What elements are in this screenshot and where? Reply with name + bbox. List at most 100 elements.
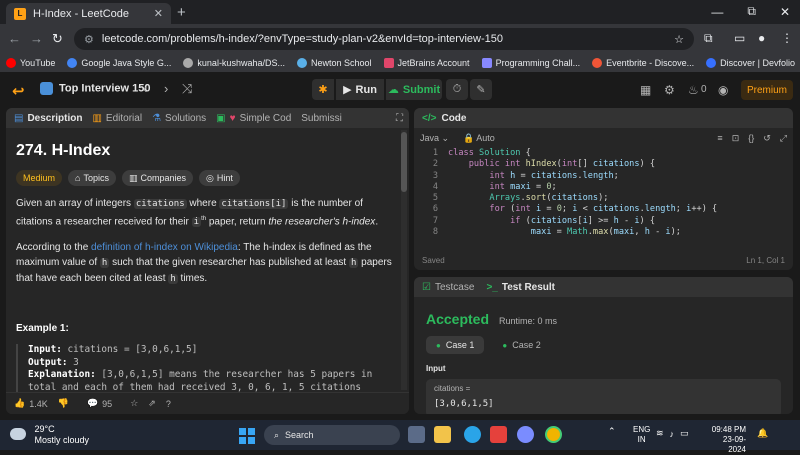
companies-button[interactable]: ▥ Companies	[121, 170, 194, 186]
back-icon[interactable]: ←	[8, 31, 21, 46]
bookmark-item[interactable]: JetBrains Account	[383, 58, 470, 68]
url-text: leetcode.com/problems/h-index/?envType=s…	[101, 33, 503, 45]
clock[interactable]: 09:48 PM 23-09-2024	[706, 425, 746, 455]
sidebar-icon[interactable]: ▭	[734, 31, 745, 45]
taskbar-search[interactable]: ⌕ Search	[264, 425, 400, 445]
description-scrollbar[interactable]	[401, 130, 407, 390]
bookmark-item[interactable]: Newton School	[296, 58, 372, 68]
tray-overflow-icon[interactable]: ⌃	[608, 426, 616, 437]
next-problem-icon[interactable]: ›	[164, 81, 168, 96]
jetbrains-icon	[383, 58, 394, 68]
notes-icon[interactable]: ✎	[470, 79, 492, 100]
problem-title: 274. H-Index	[16, 142, 111, 159]
forward-icon[interactable]: →	[30, 31, 43, 46]
close-window-icon[interactable]: ✕	[780, 5, 790, 19]
leetcode-logo-icon[interactable]: ↩	[12, 82, 25, 100]
run-button[interactable]: ▶ Run	[336, 79, 384, 100]
premium-button[interactable]: Premium	[741, 80, 793, 100]
browser-tab[interactable]: L H-Index - LeetCode ✕	[6, 3, 171, 24]
bookmark-item[interactable]: Programming Chall...	[481, 58, 580, 68]
braces-icon[interactable]: {}	[748, 133, 754, 143]
user-avatar[interactable]: ◉	[718, 83, 728, 97]
tab-solutions[interactable]: ⚗ Solutions	[152, 113, 206, 124]
tab-description[interactable]: ▤ Description	[14, 113, 82, 124]
hint-button[interactable]: ◎ Hint	[199, 170, 240, 186]
like-button[interactable]: 👍 1.4K	[14, 398, 48, 409]
case-2-tab[interactable]: ● Case 2	[492, 336, 550, 354]
task-view-icon[interactable]	[408, 426, 425, 443]
fullscreen-icon[interactable]: ⤢	[780, 133, 787, 144]
streak-fire-icon[interactable]: ♨	[688, 83, 699, 97]
runtime-label: Runtime: 0 ms	[499, 316, 558, 326]
case-1-tab[interactable]: ● Case 1	[426, 336, 485, 354]
reload-icon[interactable]: ↻	[52, 31, 63, 47]
leetcode-favicon-icon: L	[14, 7, 26, 20]
url-bar[interactable]: ⚙ leetcode.com/problems/h-index/?envType…	[74, 28, 694, 50]
minimize-icon[interactable]: —	[711, 5, 723, 19]
bookmark-icon[interactable]: ⊡	[732, 133, 740, 144]
favorite-star-icon[interactable]: ☆	[130, 398, 138, 409]
prev-problem-icon[interactable]: ‹	[143, 81, 147, 96]
pass-dot-icon: ●	[502, 340, 508, 350]
bookmark-star-icon[interactable]: ☆	[674, 33, 684, 46]
settings-gear-icon[interactable]: ⚙	[664, 83, 675, 97]
tab-testcase[interactable]: ☑ Testcase	[422, 282, 474, 293]
notification-bell-icon[interactable]: 🔔	[757, 428, 768, 439]
bookmark-item[interactable]: kunal-kushwaha/DS...	[183, 58, 285, 68]
profile-avatar-icon[interactable]: ●	[758, 31, 765, 45]
thumbs-down-icon[interactable]: 👎	[58, 398, 69, 409]
editor-toolbar: Java ⌄ 🔒 Auto ≡ ⊡ {} ↺ ⤢	[414, 128, 793, 148]
bookmark-item[interactable]: YouTube	[6, 58, 55, 68]
tab-close-icon[interactable]: ✕	[154, 7, 163, 20]
new-tab-button[interactable]: +	[177, 4, 186, 21]
language-select[interactable]: Java ⌄	[420, 133, 449, 144]
bookmark-item[interactable]: Eventbrite - Discove...	[592, 58, 694, 68]
file-explorer-icon[interactable]	[434, 426, 451, 443]
wifi-icon[interactable]: ≋	[656, 428, 664, 439]
study-plan-link[interactable]: Top Interview 150	[40, 82, 151, 95]
autocomplete-toggle[interactable]: 🔒 Auto	[463, 133, 495, 144]
submit-button[interactable]: ☁ Submit	[386, 79, 442, 100]
solutions-flask-icon: ⚗	[152, 112, 162, 124]
problem-statement: Given an array of integers citations whe…	[16, 198, 379, 228]
shuffle-icon[interactable]: ⤨	[182, 81, 192, 97]
format-icon[interactable]: ≡	[717, 133, 722, 143]
editorial-icon: ▥	[92, 112, 102, 124]
checkbox-icon: ☑	[422, 281, 431, 293]
tab-editorial[interactable]: ▥ Editorial	[92, 113, 142, 124]
timer-icon[interactable]: ⏱	[446, 79, 468, 100]
debug-icon[interactable]: ✱	[312, 79, 334, 100]
windows-start-icon[interactable]	[239, 428, 255, 444]
topics-button[interactable]: ⌂ Topics	[68, 170, 116, 186]
volume-icon[interactable]: ♪	[670, 429, 675, 439]
bookmark-item[interactable]: Discover | Devfolio	[706, 58, 795, 68]
expand-icon[interactable]: ⛶	[396, 113, 403, 124]
edge-icon[interactable]	[464, 426, 481, 443]
window-controls: — ⧉ ✕	[711, 4, 790, 19]
battery-icon[interactable]: ▭	[680, 428, 689, 439]
problem-description: 274. H-Index Medium ⌂ Topics ▥ Companies ◎…	[6, 128, 409, 392]
office-icon[interactable]	[490, 426, 507, 443]
tab-simple-code[interactable]: ▣ ♥ Simple Cod	[216, 113, 291, 124]
tab-submissions[interactable]: Submissi	[301, 113, 342, 124]
share-icon[interactable]: ⇗	[148, 398, 156, 409]
extensions-icon[interactable]: ⧉	[704, 31, 713, 46]
bookmark-item[interactable]: Google Java Style G...	[67, 58, 171, 68]
site-info-icon[interactable]: ⚙	[84, 33, 94, 46]
app-icon[interactable]	[517, 426, 534, 443]
test-panel: ☑ Testcase >_ Test Result Accepted Runtime…	[414, 277, 793, 414]
tab-test-result[interactable]: >_ Test Result	[486, 282, 555, 293]
reset-icon[interactable]: ↺	[763, 133, 771, 144]
code-editor[interactable]: 1 class Solution { 2 public int hIndex(in…	[414, 148, 793, 250]
chrome-icon[interactable]	[545, 426, 562, 443]
layout-icon[interactable]: ▦	[640, 83, 651, 97]
weather-widget[interactable]: 29°C Mostly cloudy	[10, 424, 89, 446]
language-indicator[interactable]: ENG IN	[633, 425, 650, 445]
wikipedia-link[interactable]: definition of h-index on Wikipedia	[91, 242, 238, 253]
menu-icon[interactable]: ⋮	[781, 31, 793, 45]
help-icon[interactable]: ?	[166, 399, 171, 409]
comments-button[interactable]: 💬 95	[87, 398, 112, 409]
restore-icon[interactable]: ⧉	[747, 4, 756, 19]
check-square-icon: ▣	[216, 112, 226, 124]
windows-taskbar: 29°C Mostly cloudy ⌕ Search ⌃ ENG IN ≋ ♪ ▭…	[0, 420, 800, 454]
